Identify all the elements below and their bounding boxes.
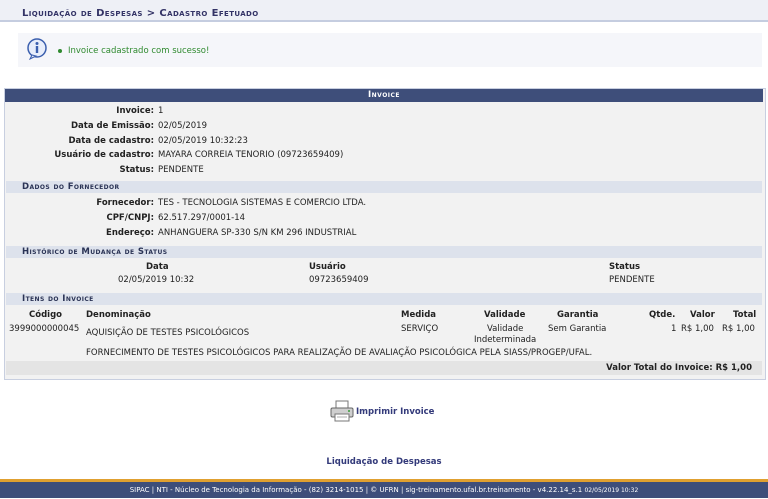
endereco-value: ANHANGUERA SP-330 S/N KM 296 INDUSTRIAL: [158, 228, 357, 238]
itens-header-total: Total: [733, 310, 757, 320]
itens-header-codigo: Código: [29, 310, 62, 320]
usuario-cadastro-value: MAYARA CORREIA TENORIO (09723659409): [158, 150, 344, 160]
fornecedor-section-title: Dados do Fornecedor: [6, 181, 762, 193]
liquidacao-despesas-link-text[interactable]: Liquidação de Despesas: [326, 457, 441, 467]
historico-usuario: 09723659409: [309, 275, 369, 285]
endereco-label: Endereço:: [106, 228, 154, 238]
print-invoice-link[interactable]: Imprimir Invoice: [356, 407, 434, 417]
itens-section-title: Itens do Invoice: [6, 293, 762, 305]
historico-data: 02/05/2019 10:32: [118, 275, 195, 285]
cpf-cnpj-label: CPF/CNPJ:: [106, 213, 154, 223]
info-icon: [27, 38, 47, 60]
data-cadastro-value: 02/05/2019 10:32:23: [158, 136, 248, 146]
historico-header-data: Data: [146, 262, 169, 272]
itens-header-denominacao: Denominação: [86, 310, 151, 320]
historico-header-usuario: Usuário: [309, 262, 346, 272]
status-label: Status:: [119, 165, 155, 175]
item-qtde: 1: [671, 324, 677, 334]
footer-date: 02/05/2019 10:32: [584, 487, 639, 494]
usuario-cadastro-label: Usuário de cadastro:: [54, 150, 154, 160]
status-value: PENDENTE: [158, 165, 204, 175]
data-cadastro-label: Data de cadastro:: [68, 136, 154, 146]
valor-total-row: Valor Total do Invoice: R$ 1,00: [6, 361, 762, 375]
historico-section-title: Histórico de Mudança de Status: [6, 246, 762, 258]
cpf-cnpj-value: 62.517.297/0001-14: [158, 213, 246, 223]
item-descricao: FORNECIMENTO DE TESTES PSICOLÓGICOS PARA…: [86, 348, 593, 358]
success-message-text: Invoice cadastrado com sucesso!: [68, 46, 210, 56]
fornecedor-label: Fornecedor:: [96, 198, 154, 208]
success-message: Invoice cadastrado com sucesso!: [58, 46, 209, 56]
item-denominacao: AQUISIÇÃO DE TESTES PSICOLÓGICOS: [86, 328, 250, 338]
footer: SIPAC | NTI - Núcleo de Tecnologia da In…: [0, 479, 768, 498]
invoice-panel-title: Invoice: [5, 89, 763, 102]
liquidacao-despesas-link[interactable]: Liquidação de Despesas: [0, 457, 768, 467]
itens-header-valor: Valor: [690, 310, 715, 320]
invoice-value: 1: [158, 106, 164, 116]
itens-header-qtde: Qtde.: [649, 310, 676, 320]
top-divider: [0, 20, 768, 22]
itens-header-validade: Validade: [484, 310, 526, 320]
historico-header-status: Status: [609, 262, 641, 272]
item-garantia: Sem Garantia: [548, 324, 607, 334]
data-emissao-value: 02/05/2019: [158, 121, 207, 131]
valor-total: Valor Total do Invoice: R$ 1,00: [606, 363, 752, 373]
itens-header-garantia: Garantia: [557, 310, 599, 320]
fornecedor-value: TES - TECNOLOGIA SISTEMAS E COMERCIO LTD…: [158, 198, 367, 208]
item-codigo: 3999000000045: [9, 324, 80, 334]
item-valor: R$ 1,00: [681, 324, 714, 334]
historico-status: PENDENTE: [609, 275, 655, 285]
item-validade-line2: Indeterminada: [474, 335, 537, 345]
footer-text: SIPAC | NTI - Núcleo de Tecnologia da In…: [129, 486, 583, 494]
item-medida: SERVIÇO: [401, 324, 439, 334]
item-total: R$ 1,00: [722, 324, 755, 334]
itens-header-medida: Medida: [401, 310, 437, 320]
item-validade-line1: Validade: [487, 324, 524, 334]
invoice-label: Invoice:: [116, 106, 154, 116]
breadcrumb: Liquidação de Despesas > Cadastro Efetua…: [22, 8, 259, 19]
data-emissao-label: Data de Emissão:: [70, 121, 154, 131]
printer-icon[interactable]: [329, 400, 355, 422]
